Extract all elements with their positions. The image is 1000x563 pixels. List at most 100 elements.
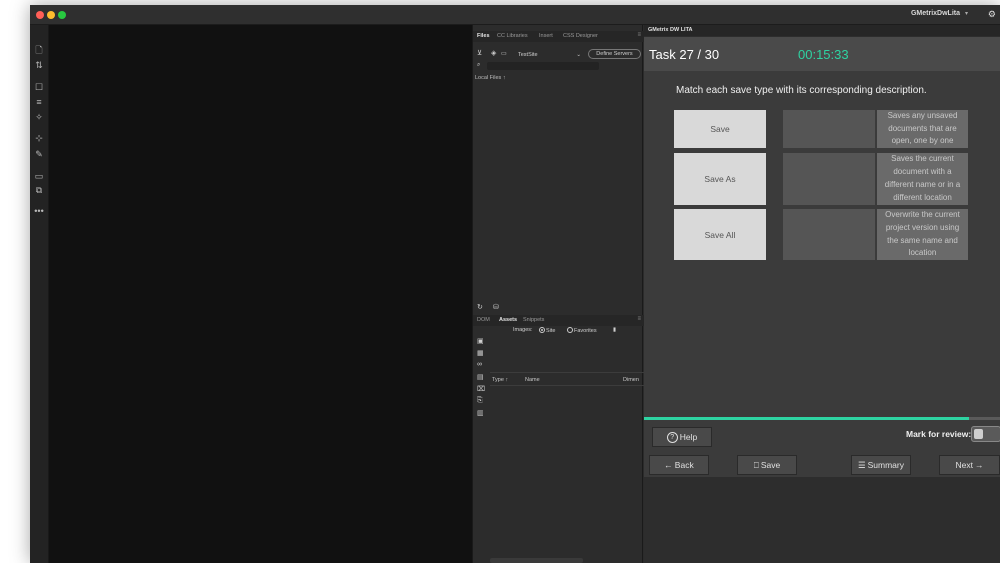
drop-target-3[interactable] — [783, 209, 875, 260]
column-name[interactable]: Name — [525, 377, 540, 383]
drop-target-2[interactable] — [783, 153, 875, 205]
description-2: Saves the current document with a differ… — [877, 153, 968, 205]
asset-preview-divider — [490, 372, 644, 373]
description-1: Saves any unsaved documents that are ope… — [877, 110, 968, 148]
folder-icon: ▭ — [501, 51, 507, 57]
column-type-label: Type — [492, 377, 504, 383]
gmetrix-panel: GMetrix DW LITA Task 27 / 30 00:15:33 Ma… — [644, 25, 1000, 563]
site-select[interactable]: TestSite ⌄ — [508, 50, 584, 60]
option-save[interactable]: Save — [674, 110, 766, 148]
radio-off-icon — [567, 327, 573, 333]
save-button-label: Save — [760, 460, 781, 470]
tab-dom[interactable]: DOM — [477, 317, 490, 323]
gmetrix-panel-title[interactable]: GMetrix DW LITA — [648, 27, 693, 33]
bookmark-icon: ⎕ — [753, 459, 759, 470]
color-assets-icon[interactable]: ▦ — [477, 349, 484, 357]
back-button[interactable]: ← Back — [649, 455, 709, 475]
option-save-all[interactable]: Save All — [674, 209, 766, 260]
chevron-down-icon: ⌄ — [576, 52, 581, 58]
assets-panel-tabs: DOM Assets Snippets ≡ — [473, 315, 644, 326]
document-view[interactable] — [49, 25, 472, 563]
mark-for-review-label: Mark for review: — [906, 429, 972, 439]
gmetrix-empty-area — [644, 477, 1000, 563]
image-assets-icon[interactable]: ▣ — [477, 337, 484, 345]
files-panel-tabs: Files CC Libraries Insert CSS Designer ≡ — [473, 31, 644, 42]
define-servers-button[interactable]: Define Servers — [588, 49, 641, 59]
toggle-knob — [974, 429, 983, 439]
mark-for-review-toggle[interactable] — [971, 426, 1000, 442]
favorites-radio-label: Favorites — [574, 328, 597, 334]
summary-button-label: Summary — [867, 460, 904, 470]
library-assets-icon[interactable]: ▥ — [477, 409, 484, 417]
next-button[interactable]: Next → — [939, 455, 1000, 475]
more-options-icon[interactable]: ••• — [33, 206, 45, 217]
images-label: Images: — [513, 327, 533, 333]
horizontal-scrollbar[interactable] — [490, 558, 583, 563]
url-assets-icon[interactable]: ∞ — [477, 361, 482, 368]
close-window-button[interactable] — [36, 11, 44, 19]
wrap-tag-icon[interactable]: ✎ — [33, 149, 45, 160]
app-window: GMetrixDwLita ▾ ⚙ 🗋 ⇅ ☐ ≡ ✧ ⊹ ✎ ▭ ⧉ ••• … — [30, 5, 1000, 563]
zoom-window-button[interactable] — [58, 11, 66, 19]
summary-button[interactable]: ☰ Summary — [851, 455, 911, 475]
timer: 00:15:33 — [798, 47, 849, 62]
files-view-icon[interactable]: ⊻ — [477, 49, 482, 57]
help-icon: ? — [666, 431, 678, 443]
help-button[interactable]: ? Help — [652, 427, 712, 447]
collapse-icon[interactable]: ⧉ — [33, 185, 45, 196]
minimize-window-button[interactable] — [47, 11, 55, 19]
format-source-icon[interactable]: ≡ — [33, 97, 45, 108]
title-bar: GMetrixDwLita ▾ ⚙ — [30, 5, 1000, 25]
file-management-icon[interactable]: ☐ — [33, 82, 45, 93]
refresh-icon[interactable]: ↻ — [477, 303, 483, 311]
panel-menu-icon[interactable]: ≡ — [637, 32, 641, 38]
description-3: Overwrite the current project version us… — [877, 209, 968, 260]
arrow-left-icon: ← — [664, 460, 673, 470]
apply-source-icon[interactable]: ⊹ — [33, 133, 45, 144]
new-document-icon[interactable]: 🗋 — [33, 45, 45, 56]
workspace-name[interactable]: GMetrixDwLita — [911, 10, 960, 17]
column-type[interactable]: Type ↑ — [492, 377, 508, 383]
site-select-value: TestSite — [518, 52, 538, 58]
help-button-label: Help — [679, 432, 698, 442]
next-button-label: Next — [955, 460, 973, 470]
tab-css-designer[interactable]: CSS Designer — [563, 33, 598, 39]
git-icon[interactable]: ◈ — [491, 49, 496, 57]
tab-insert[interactable]: Insert — [539, 33, 553, 39]
gear-icon[interactable]: ⚙ — [988, 9, 996, 20]
task-counter: Task 27 / 30 — [649, 47, 720, 62]
template-assets-icon[interactable]: ⎘ — [477, 397, 483, 405]
asset-header-divider — [490, 385, 644, 386]
back-button-label: Back — [674, 460, 694, 470]
gmetrix-panel-header: GMetrix DW LITA — [644, 25, 1000, 36]
site-radio[interactable]: Site — [539, 327, 555, 334]
files-search-input[interactable] — [487, 62, 599, 70]
live-view-icon[interactable]: ✧ — [33, 112, 45, 123]
column-dimensions[interactable]: Dimen — [623, 377, 639, 383]
media-assets-icon[interactable]: ▤ — [477, 373, 484, 381]
script-assets-icon[interactable]: ⌧ — [477, 385, 485, 393]
comment-icon[interactable]: ▭ — [33, 171, 45, 182]
tab-cc-libraries[interactable]: CC Libraries — [497, 33, 528, 39]
question-text: Match each save type with its correspond… — [676, 85, 927, 96]
task-bar: Task 27 / 30 00:15:33 — [644, 37, 1000, 71]
site-radio-label: Site — [546, 328, 556, 334]
question-area: Match each save type with its correspond… — [644, 71, 1000, 417]
tab-files[interactable]: Files — [477, 33, 490, 39]
panel-menu-icon[interactable]: ≡ — [637, 316, 641, 322]
files-panel: Files CC Libraries Insert CSS Designer ≡… — [472, 25, 644, 563]
bookmark-icon[interactable]: ▮ — [613, 327, 616, 333]
tab-assets[interactable]: Assets — [499, 317, 517, 323]
tab-snippets[interactable]: Snippets — [523, 317, 544, 323]
chevron-down-icon[interactable]: ▾ — [965, 10, 968, 17]
save-button[interactable]: ⎕ Save — [737, 455, 797, 475]
option-save-as[interactable]: Save As — [674, 153, 766, 205]
radio-on-icon — [539, 327, 545, 333]
local-files-header[interactable]: Local Files ↑ — [475, 75, 506, 81]
favorites-radio[interactable]: Favorites — [567, 327, 597, 334]
list-icon: ☰ — [858, 459, 866, 470]
document-toolbar: 🗋 ⇅ ☐ ≡ ✧ ⊹ ✎ ▭ ⧉ ••• — [30, 25, 49, 563]
drop-target-1[interactable] — [783, 110, 875, 148]
code-navigator-icon[interactable]: ⇅ — [33, 60, 45, 71]
sync-icon[interactable]: ⛁ — [493, 303, 499, 311]
